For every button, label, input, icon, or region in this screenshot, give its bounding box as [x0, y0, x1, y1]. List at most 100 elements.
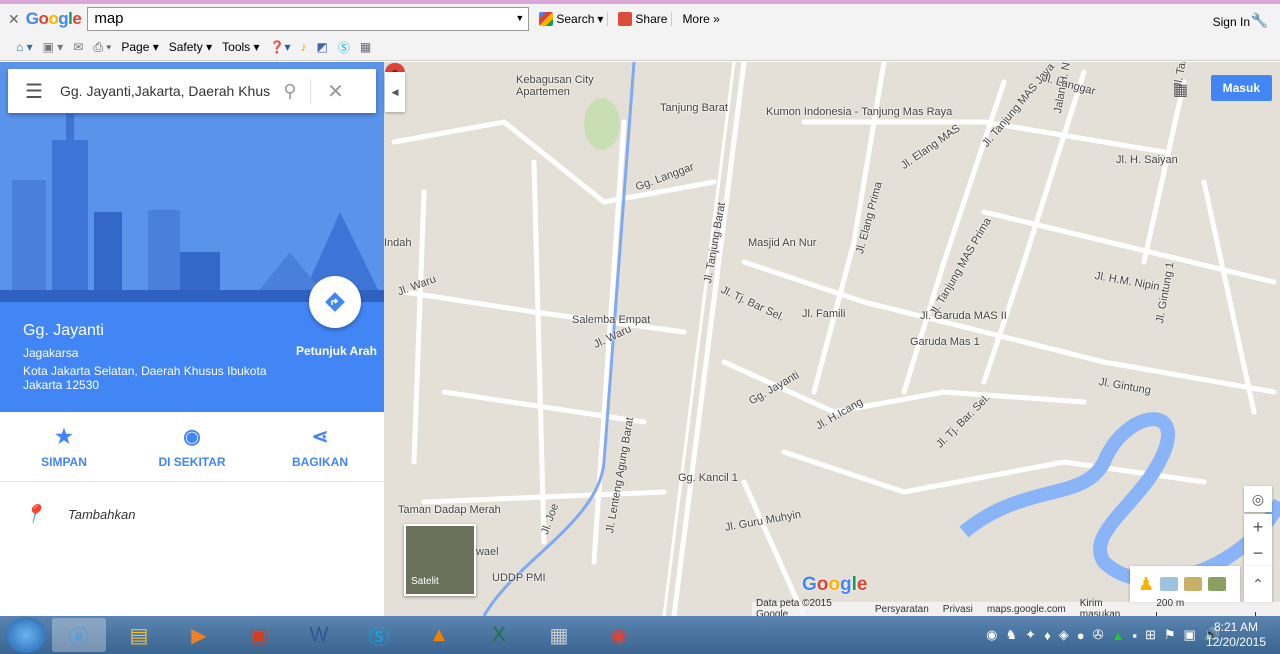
place-actions: ★ SIMPAN ◉ DI SEKITAR ⋖ BAGIKAN [0, 412, 384, 482]
addon2-icon[interactable]: ◩ [316, 40, 327, 54]
tray-icon[interactable]: ✦ [1025, 627, 1036, 643]
windows-taskbar: ⓔ ▤ ▶ ▣ W Ⓢ ▲ X ▦ ◉ ◉ ♞ ✦ ♦ ◈ ● ✇ ▲ ▪ ⊞ ⚑ ▣ 🔊 8:21 A… [0, 616, 1280, 654]
save-button[interactable]: ★ SIMPAN [0, 412, 128, 481]
taskbar-chrome[interactable]: ◉ [592, 618, 646, 652]
star-icon: ★ [55, 426, 73, 448]
search-icon[interactable]: ⚲ [270, 81, 310, 102]
clock[interactable]: 8:21 AM 12/20/2015 [1206, 620, 1266, 650]
zoom-out-button[interactable]: − [1244, 540, 1272, 566]
place-search-input[interactable] [60, 83, 270, 99]
map-street-label: Garuda Mas 1 [910, 336, 980, 348]
zoom-controls: + − [1244, 514, 1272, 566]
tray-icon[interactable]: ▲ [1111, 628, 1124, 643]
terms-link[interactable]: Persyaratan [875, 604, 929, 615]
help-icon[interactable]: ❓▾ [270, 40, 291, 54]
privacy-link[interactable]: Privasi [943, 604, 973, 615]
taskbar-media[interactable]: ▶ [172, 618, 226, 652]
windows-icon[interactable]: ⊞ [1145, 627, 1156, 643]
feeds-icon[interactable]: ▣ ▾ [43, 40, 64, 54]
maps-url-link[interactable]: maps.google.com [987, 604, 1066, 615]
scale-bar: 200 m [1156, 598, 1280, 616]
map-street-label: Kebagusan City Apartemen [516, 74, 594, 98]
place-address: Kota Jakarta Selatan, Daerah Khusus Ibuk… [23, 364, 267, 392]
sign-in-button[interactable]: Masuk [1210, 75, 1272, 101]
layer-thumb-icon[interactable] [1184, 577, 1203, 591]
pegman-icon[interactable]: ♟ [1138, 574, 1154, 595]
map-canvas[interactable]: Kebagusan City Apartemen Tanjung Barat Kum… [384, 62, 1280, 616]
tray-icon[interactable]: ♞ [1006, 627, 1018, 643]
add-location-icon: 📍 [22, 503, 46, 524]
taskbar-word[interactable]: W [292, 618, 346, 652]
map-street-label: Jl. Famili [802, 308, 846, 320]
place-sidebar: ☰ ⚲ ✕ Gg. Jayanti Jagakarsa Kota Jakarta… [0, 62, 384, 616]
google-icon [539, 12, 554, 26]
taskbar-explorer[interactable]: ▤ [112, 618, 166, 652]
map-street-label: Kumon Indonesia - Tanjung Mas Raya [766, 106, 953, 118]
addon3-icon[interactable]: ▦ [360, 40, 371, 54]
directions-icon [325, 292, 345, 312]
tray-icon[interactable]: ♦ [1044, 628, 1051, 643]
map-street-label: Jl. H. Saiyan [1116, 154, 1178, 166]
layer-thumb-icon[interactable] [1160, 577, 1179, 591]
search-box: ☰ ⚲ ✕ [8, 69, 376, 113]
share-button[interactable]: Share [614, 12, 673, 26]
mail-icon[interactable]: ✉ [73, 40, 83, 54]
taskbar-skype[interactable]: Ⓢ [352, 618, 406, 652]
home-icon[interactable]: ⌂ ▾ [16, 40, 33, 54]
system-tray: ◉ ♞ ✦ ♦ ◈ ● ✇ ▲ ▪ ⊞ ⚑ ▣ 🔊 [986, 616, 1220, 654]
menu-icon[interactable]: ☰ [8, 79, 60, 104]
tray-icon[interactable]: ◈ [1059, 627, 1069, 643]
close-toolbar-icon[interactable]: ✕ [8, 11, 20, 28]
wrench-icon[interactable]: 🔧 [1251, 12, 1268, 29]
taskbar-ie[interactable]: ⓔ [52, 618, 106, 652]
map-footer: Data peta ©2015 Google Persyaratan Priva… [752, 598, 1280, 616]
more-button[interactable]: More » [678, 12, 723, 26]
my-location-button[interactable]: ◎ [1244, 486, 1272, 512]
satellite-toggle[interactable]: Satelit [404, 524, 476, 596]
tray-icon[interactable]: ● [1077, 628, 1085, 643]
network-icon[interactable]: ▣ [1184, 627, 1196, 643]
taskbar-powerpoint[interactable]: ▣ [232, 618, 286, 652]
apps-grid-icon[interactable]: ▦ [1173, 80, 1188, 100]
tools-menu[interactable]: Tools ▾ [222, 40, 259, 54]
layers-bar: ♟ [1130, 566, 1240, 602]
taskbar-excel[interactable]: X [472, 618, 526, 652]
map-street-label: Salemba Empat [572, 314, 651, 326]
skype-icon[interactable]: Ⓢ [338, 39, 350, 56]
clear-icon[interactable]: ✕ [310, 78, 360, 104]
search-button[interactable]: Search ▾ [535, 12, 609, 26]
map-street-label: Masjid An Nur [748, 237, 817, 249]
share-place-button[interactable]: ⋖ BAGIKAN [256, 412, 384, 481]
tray-icon[interactable]: ▪ [1132, 628, 1137, 643]
taskbar-calculator[interactable]: ▦ [532, 618, 586, 652]
gplus-icon [618, 12, 633, 26]
page-menu[interactable]: Page ▾ [121, 40, 158, 54]
sign-in-link[interactable]: Sign In [1213, 15, 1250, 29]
nearby-icon: ◉ [183, 426, 201, 448]
taskbar-vlc[interactable]: ▲ [412, 618, 466, 652]
map-roads [391, 62, 1280, 616]
add-place-button[interactable]: 📍 Tambahkan [0, 492, 384, 536]
chrome-tray-icon[interactable]: ◉ [986, 627, 997, 643]
share-icon: ⋖ [311, 426, 329, 448]
start-button[interactable] [6, 617, 46, 653]
flag-icon[interactable]: ⚑ [1164, 627, 1176, 643]
zoom-in-button[interactable]: + [1244, 514, 1272, 540]
safety-menu[interactable]: Safety ▾ [169, 40, 212, 54]
directions-button[interactable] [309, 276, 361, 328]
print-icon[interactable]: ⎙ ▾ [93, 40, 111, 55]
google-toolbar: ✕ Google map ▼ Search ▾ Share More » Sign… [0, 4, 1280, 34]
nearby-button[interactable]: ◉ DI SEKITAR [128, 412, 256, 481]
map-street-label: Taman Dadap Merah [398, 504, 501, 516]
layer-thumb-icon[interactable] [1208, 577, 1227, 591]
place-hero-illustration: ☰ ⚲ ✕ [0, 62, 384, 302]
command-bar: ⌂ ▾ ▣ ▾ ✉ ⎙ ▾ Page ▾ Safety ▾ Tools ▾ ❓▾… [0, 34, 1280, 61]
collapse-panel-button[interactable]: ◀ [385, 72, 405, 112]
feedback-link[interactable]: Kirim masukan [1080, 598, 1143, 616]
google-map-logo: Google [802, 574, 868, 595]
map-street-label: UDDP PMI [492, 572, 546, 584]
google-search-input[interactable]: map ▼ [87, 7, 530, 31]
tray-icon[interactable]: ✇ [1093, 627, 1104, 643]
addon-icon[interactable]: ♪ [300, 40, 306, 54]
expand-icon[interactable]: ⌃ [1244, 566, 1272, 602]
